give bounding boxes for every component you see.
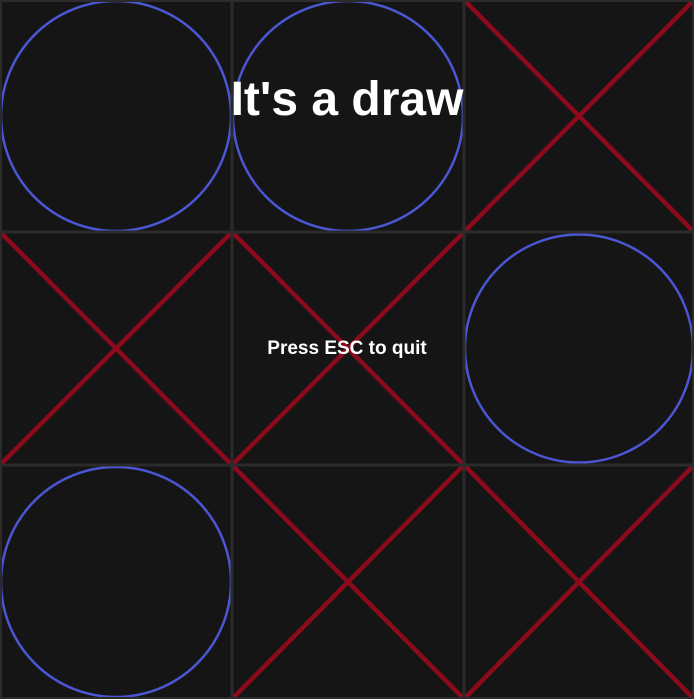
quit-hint: Press ESC to quit xyxy=(267,338,427,359)
board-cell-r2c1[interactable] xyxy=(232,465,464,699)
board-cell-r2c0[interactable] xyxy=(0,465,232,699)
result-title: It's a draw xyxy=(230,73,464,126)
game-window: It's a draw Press ESC to quit xyxy=(0,0,694,699)
board-cell-r2c2[interactable] xyxy=(464,465,694,699)
